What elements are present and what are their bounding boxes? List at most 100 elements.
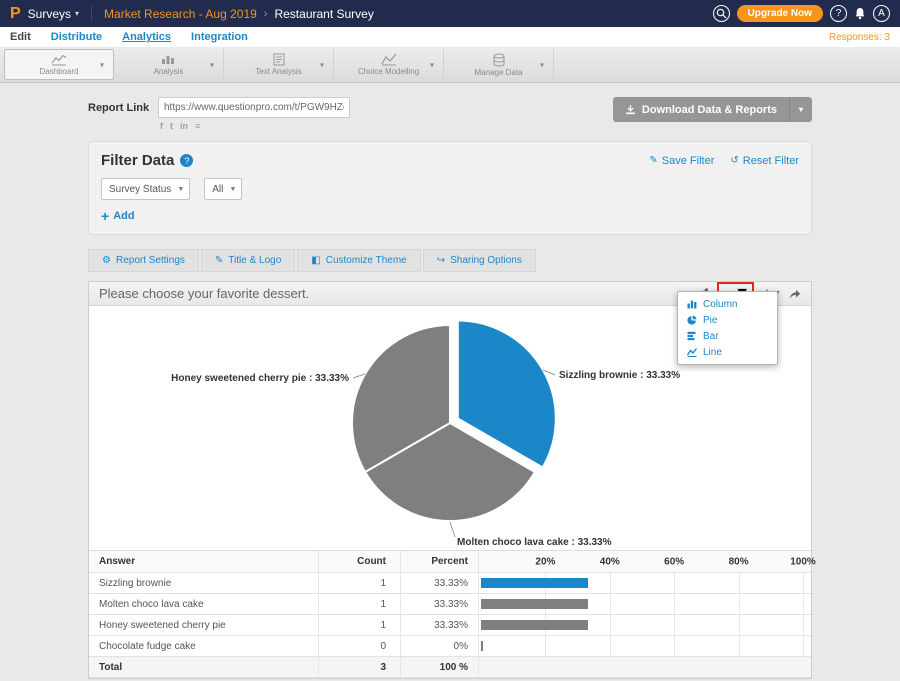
tab-customize-theme[interactable]: ◧ Customize Theme xyxy=(297,249,420,272)
table-row: Sizzling brownie 1 33.33% xyxy=(89,573,811,594)
bar-cell xyxy=(479,594,811,614)
tab-label: Report Settings xyxy=(116,255,185,266)
status-all-select[interactable]: All ▼ xyxy=(204,178,242,200)
scale-100: 100% xyxy=(790,556,816,567)
nav-edit[interactable]: Edit xyxy=(10,31,31,43)
add-filter-button[interactable]: + Add xyxy=(101,210,799,222)
menu-item-bar[interactable]: Bar xyxy=(678,328,777,344)
filter-data-title: Filter Data xyxy=(101,152,174,169)
bar-cell-empty xyxy=(479,657,811,677)
tab-sharing-options[interactable]: ↪ Sharing Options xyxy=(423,249,536,272)
download-label: Download Data & Reports xyxy=(642,104,777,116)
nav-analytics[interactable]: Analytics xyxy=(122,31,171,43)
breadcrumb-current: Restaurant Survey xyxy=(274,7,373,21)
facebook-icon[interactable]: f xyxy=(160,121,163,131)
help-button[interactable]: ? xyxy=(830,5,847,22)
total-label: Total xyxy=(89,657,319,677)
download-data-reports-button[interactable]: Download Data & Reports ▾ xyxy=(613,97,812,122)
total-percent: 100 % xyxy=(401,657,479,677)
table-header-row: Answer Count Percent 20% 40% 60% 80% 100… xyxy=(89,551,811,573)
pie-label-molten: Molten choco lava cake : 33.33% xyxy=(457,537,612,548)
col-answer: Answer xyxy=(89,551,319,572)
pencil-icon: ✎ xyxy=(649,155,657,166)
save-filter-label: Save Filter xyxy=(662,155,715,167)
pie-label-sizzling: Sizzling brownie : 33.33% xyxy=(559,370,680,381)
status-all-value: All xyxy=(212,184,223,195)
table-total-row: Total 3 100 % xyxy=(89,657,811,678)
reset-filter-label: Reset Filter xyxy=(743,155,799,167)
app-root: P Surveys ▾ Market Research - Aug 2019 ›… xyxy=(0,0,900,681)
breadcrumb-parent-link[interactable]: Market Research - Aug 2019 xyxy=(104,7,257,21)
notifications-button[interactable] xyxy=(854,7,866,20)
answer-bar xyxy=(481,641,483,651)
survey-status-select[interactable]: Survey Status ▼ xyxy=(101,178,190,200)
menu-item-label: Bar xyxy=(703,331,719,342)
bell-icon xyxy=(854,7,866,20)
responses-count: Responses: 3 xyxy=(829,32,890,43)
chevron-down-icon[interactable]: ▾ xyxy=(540,60,544,69)
toolbar-dashboard[interactable]: Dashboard ▾ xyxy=(4,49,114,80)
toolbar-manage-data[interactable]: Manage Data ▾ xyxy=(444,49,554,80)
save-filter-link[interactable]: ✎ Save Filter xyxy=(649,155,714,167)
percent-cell: 33.33% xyxy=(401,573,479,593)
twitter-icon[interactable]: t xyxy=(170,121,173,131)
download-icon xyxy=(625,104,636,115)
chevron-down-icon[interactable]: ▾ xyxy=(100,60,104,69)
share-arrow-icon: ↪ xyxy=(437,255,445,266)
menu-item-label: Line xyxy=(703,347,722,358)
forward-arrow-icon xyxy=(789,289,801,299)
bar-scale: 20% 40% 60% 80% 100% xyxy=(479,551,811,572)
dashboard-icon xyxy=(51,53,67,66)
bar-cell xyxy=(479,636,811,656)
tab-title-logo[interactable]: ✎ Title & Logo xyxy=(201,249,295,272)
report-link-row: Report Link f t in ≡ Download Data & Rep… xyxy=(88,97,812,131)
toolbar-label: Text Analysis xyxy=(255,67,301,76)
questionpro-logo[interactable]: P xyxy=(10,5,21,23)
menu-item-pie[interactable]: Pie xyxy=(678,312,777,328)
chart-type-dropdown: Column Pie Bar Line xyxy=(677,291,778,365)
linkedin-icon[interactable]: in xyxy=(180,121,188,131)
chevron-down-icon[interactable]: ▾ xyxy=(210,60,214,69)
toolbar-label: Dashboard xyxy=(39,67,78,76)
nav-distribute[interactable]: Distribute xyxy=(51,31,102,43)
menu-item-line[interactable]: Line xyxy=(678,344,777,360)
report-option-tabs: ⚙ Report Settings ✎ Title & Logo ◧ Custo… xyxy=(88,249,812,272)
plus-icon: + xyxy=(101,211,109,221)
survey-status-value: Survey Status xyxy=(109,184,171,195)
toolbar-choice-modelling[interactable]: Choice Modelling ▾ xyxy=(334,49,444,80)
chevron-down-icon[interactable]: ▾ xyxy=(320,60,324,69)
filter-help-icon[interactable]: ? xyxy=(180,154,193,167)
theme-icon: ◧ xyxy=(311,255,320,266)
tab-label: Customize Theme xyxy=(326,255,407,266)
avatar[interactable]: A xyxy=(873,5,890,22)
count-cell: 1 xyxy=(319,615,401,635)
surveys-menu[interactable]: Surveys ▾ xyxy=(28,7,79,21)
menu-item-label: Column xyxy=(703,299,737,310)
search-button[interactable] xyxy=(713,5,730,22)
toolbar-text-analysis[interactable]: Text Analysis ▾ xyxy=(224,49,334,80)
results-table: Answer Count Percent 20% 40% 60% 80% 100… xyxy=(89,550,811,678)
percent-cell: 33.33% xyxy=(401,594,479,614)
answer-bar xyxy=(481,578,588,588)
toolbar-analysis[interactable]: Analysis ▾ xyxy=(114,49,224,80)
share-icons: f t in ≡ xyxy=(158,121,350,131)
answer-cell: Honey sweetened cherry pie xyxy=(89,615,319,635)
text-analysis-icon xyxy=(272,53,286,66)
bar-cell xyxy=(479,573,811,593)
table-row: Chocolate fudge cake 0 0% xyxy=(89,636,811,657)
menu-item-column[interactable]: Column xyxy=(678,296,777,312)
search-icon xyxy=(716,8,727,19)
pencil-icon: ✎ xyxy=(215,255,223,266)
reset-filter-link[interactable]: ↺ Reset Filter xyxy=(730,155,799,167)
nav-integration[interactable]: Integration xyxy=(191,31,248,43)
tab-report-settings[interactable]: ⚙ Report Settings xyxy=(88,249,199,272)
report-link-input[interactable] xyxy=(158,97,350,118)
pie-label-honey: Honey sweetened cherry pie : 33.33% xyxy=(171,373,349,384)
upgrade-button[interactable]: Upgrade Now xyxy=(737,5,823,22)
forward-button[interactable] xyxy=(789,289,801,299)
total-count: 3 xyxy=(319,657,401,677)
chevron-down-icon[interactable]: ▾ xyxy=(430,60,434,69)
answer-cell: Molten choco lava cake xyxy=(89,594,319,614)
chevron-down-icon[interactable]: ▾ xyxy=(790,105,812,114)
embed-icon[interactable]: ≡ xyxy=(195,121,200,131)
